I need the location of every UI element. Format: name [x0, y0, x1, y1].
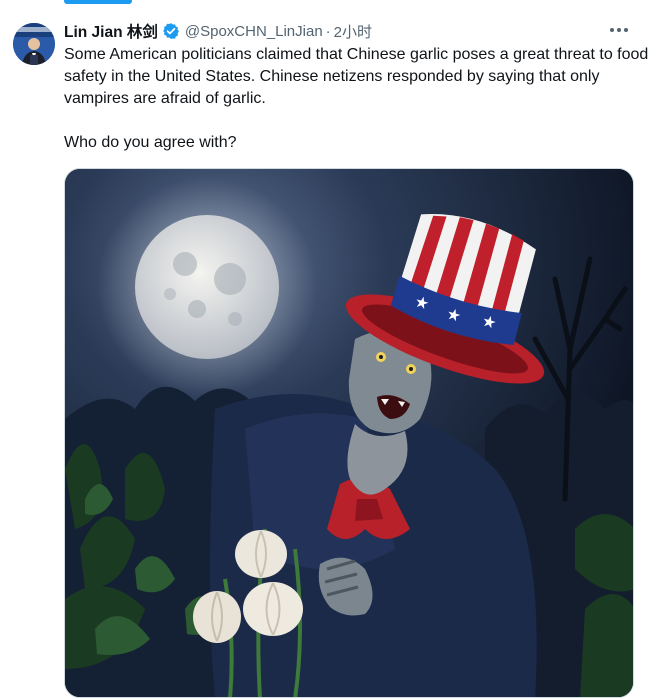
tweet-question: Who do you agree with?	[64, 134, 237, 151]
more-options-icon[interactable]	[606, 18, 632, 42]
header-separator: ·	[325, 22, 331, 40]
uncle-sam-vampire-garlic-illustration: ★ ★ ★	[65, 169, 633, 697]
tweet-header: Lin Jian 林剑 @SpoxCHN_LinJian · 2小时	[64, 20, 638, 42]
top-tab-indicator	[64, 0, 132, 4]
tweet-image[interactable]: ★ ★ ★	[64, 168, 634, 698]
tweet-text: Some American politicians claimed that C…	[64, 44, 649, 154]
verified-badge-icon	[162, 22, 180, 40]
author-name[interactable]: Lin Jian 林剑	[64, 20, 158, 42]
avatar[interactable]	[13, 23, 55, 65]
author-handle[interactable]: @SpoxCHN_LinJian	[185, 23, 323, 40]
post-time[interactable]: 2小时	[334, 21, 372, 42]
tweet-text-paragraph: Some American politicians claimed that C…	[64, 46, 649, 107]
